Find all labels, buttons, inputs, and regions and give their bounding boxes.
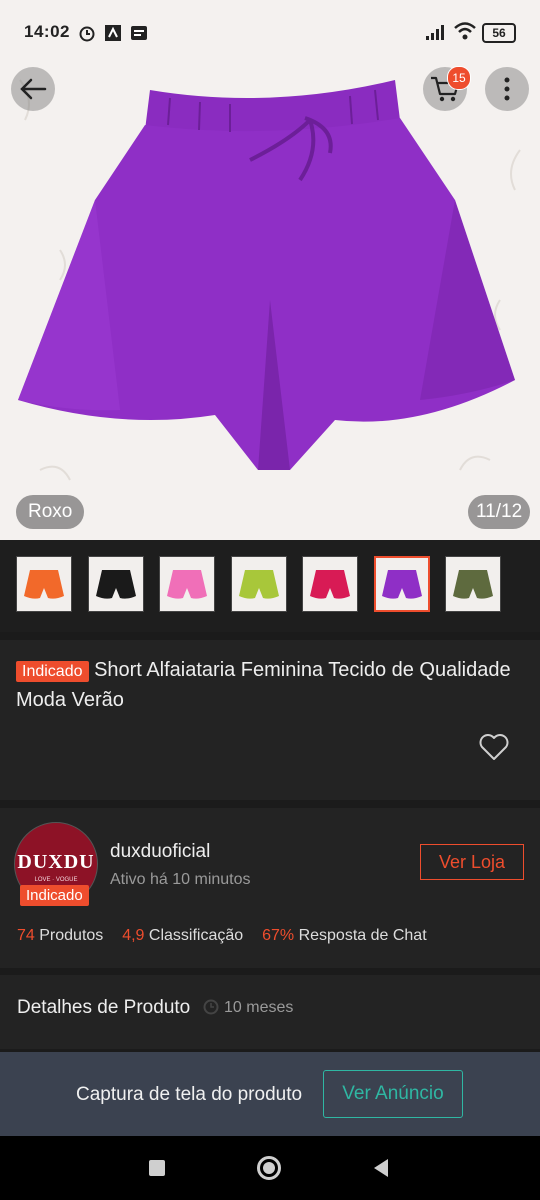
variant-thumbnail[interactable] — [373, 556, 430, 612]
product-title-text: Short Alfaiataria Feminina Tecido de Qua… — [16, 659, 511, 711]
variant-thumbnail[interactable] — [16, 556, 72, 612]
shorts-thumbnail-icon — [381, 570, 422, 599]
rating-value: 4,9 — [122, 927, 145, 944]
shop-stats: 74 Produtos 4,9 Classificação 67% Respos… — [17, 927, 427, 945]
products-label: Produtos — [39, 927, 104, 944]
recents-button[interactable] — [149, 1160, 165, 1176]
variant-thumbnail[interactable] — [159, 556, 215, 612]
battery-indicator: 56 — [482, 23, 516, 43]
view-listing-button[interactable]: Ver Anúncio — [323, 1070, 463, 1118]
back-button[interactable] — [11, 67, 55, 111]
chat-response-value: 67% — [262, 927, 295, 944]
chat-response-label: Resposta de Chat — [298, 927, 427, 944]
arrow-left-icon — [20, 78, 47, 100]
product-details-section[interactable]: Detalhes de Produto 10 meses — [0, 975, 540, 1049]
variant-thumbnail-strip — [0, 540, 540, 632]
favorite-button[interactable] — [478, 732, 510, 767]
recommended-badge: Indicado — [16, 661, 89, 682]
shorts-thumbnail-icon — [238, 570, 279, 599]
product-title: Indicado Short Alfaiataria Feminina Teci… — [16, 656, 524, 715]
variant-label: Roxo — [16, 495, 85, 529]
shorts-thumbnail-icon — [24, 570, 64, 599]
product-title-section: Indicado Short Alfaiataria Feminina Teci… — [0, 640, 540, 800]
shorts-thumbnail-icon — [167, 570, 207, 599]
shop-name[interactable]: duxduoficial — [110, 841, 210, 863]
variant-thumbnail[interactable] — [302, 556, 358, 612]
variant-thumbnail[interactable] — [87, 556, 144, 612]
image-counter: 11/12 — [468, 495, 531, 529]
back-nav-button[interactable] — [372, 1158, 390, 1183]
variant-thumbnail[interactable] — [230, 556, 287, 612]
more-options-button[interactable] — [485, 67, 529, 111]
shop-section: DUXDU LOVE · VOGUE Indicado duxduoficial… — [0, 808, 540, 968]
heart-icon — [479, 734, 509, 760]
shorts-thumbnail-icon — [453, 570, 493, 599]
message-icon — [130, 24, 148, 42]
visit-shop-button[interactable]: Ver Loja — [420, 844, 524, 880]
shop-active-status: Ativo há 10 minutos — [110, 871, 251, 888]
cart-count-badge: 15 — [447, 66, 471, 90]
details-age: 10 meses — [224, 999, 294, 1016]
shop-recommended-badge: Indicado — [20, 885, 89, 906]
alarm-icon — [78, 24, 96, 42]
clock-icon — [203, 999, 219, 1020]
status-time: 14:02 — [24, 22, 70, 41]
home-button[interactable] — [257, 1156, 281, 1180]
screenshot-capture-bar: Captura de tela do produto Ver Anúncio — [0, 1052, 540, 1136]
app-notification-icon — [104, 24, 122, 42]
variant-thumbnail[interactable] — [445, 556, 501, 612]
home-dot-icon — [263, 1162, 275, 1174]
status-bar: 14:02 56 — [0, 0, 540, 62]
shorts-thumbnail-icon — [310, 570, 350, 599]
shop-logo-subtext: LOVE · VOGUE — [34, 877, 78, 883]
triangle-back-icon — [374, 1159, 388, 1177]
more-vertical-icon — [504, 77, 510, 101]
details-title: Detalhes de Produto — [17, 997, 191, 1018]
products-count: 74 — [17, 927, 35, 944]
shop-logo-text: DUXDU — [17, 851, 95, 873]
signal-icon — [426, 24, 448, 45]
wifi-icon — [454, 22, 476, 45]
system-navigation-bar — [0, 1136, 540, 1200]
shorts-thumbnail-icon — [95, 570, 136, 599]
capture-text: Captura de tela do produto — [76, 1084, 303, 1105]
rating-label: Classificação — [148, 927, 244, 944]
